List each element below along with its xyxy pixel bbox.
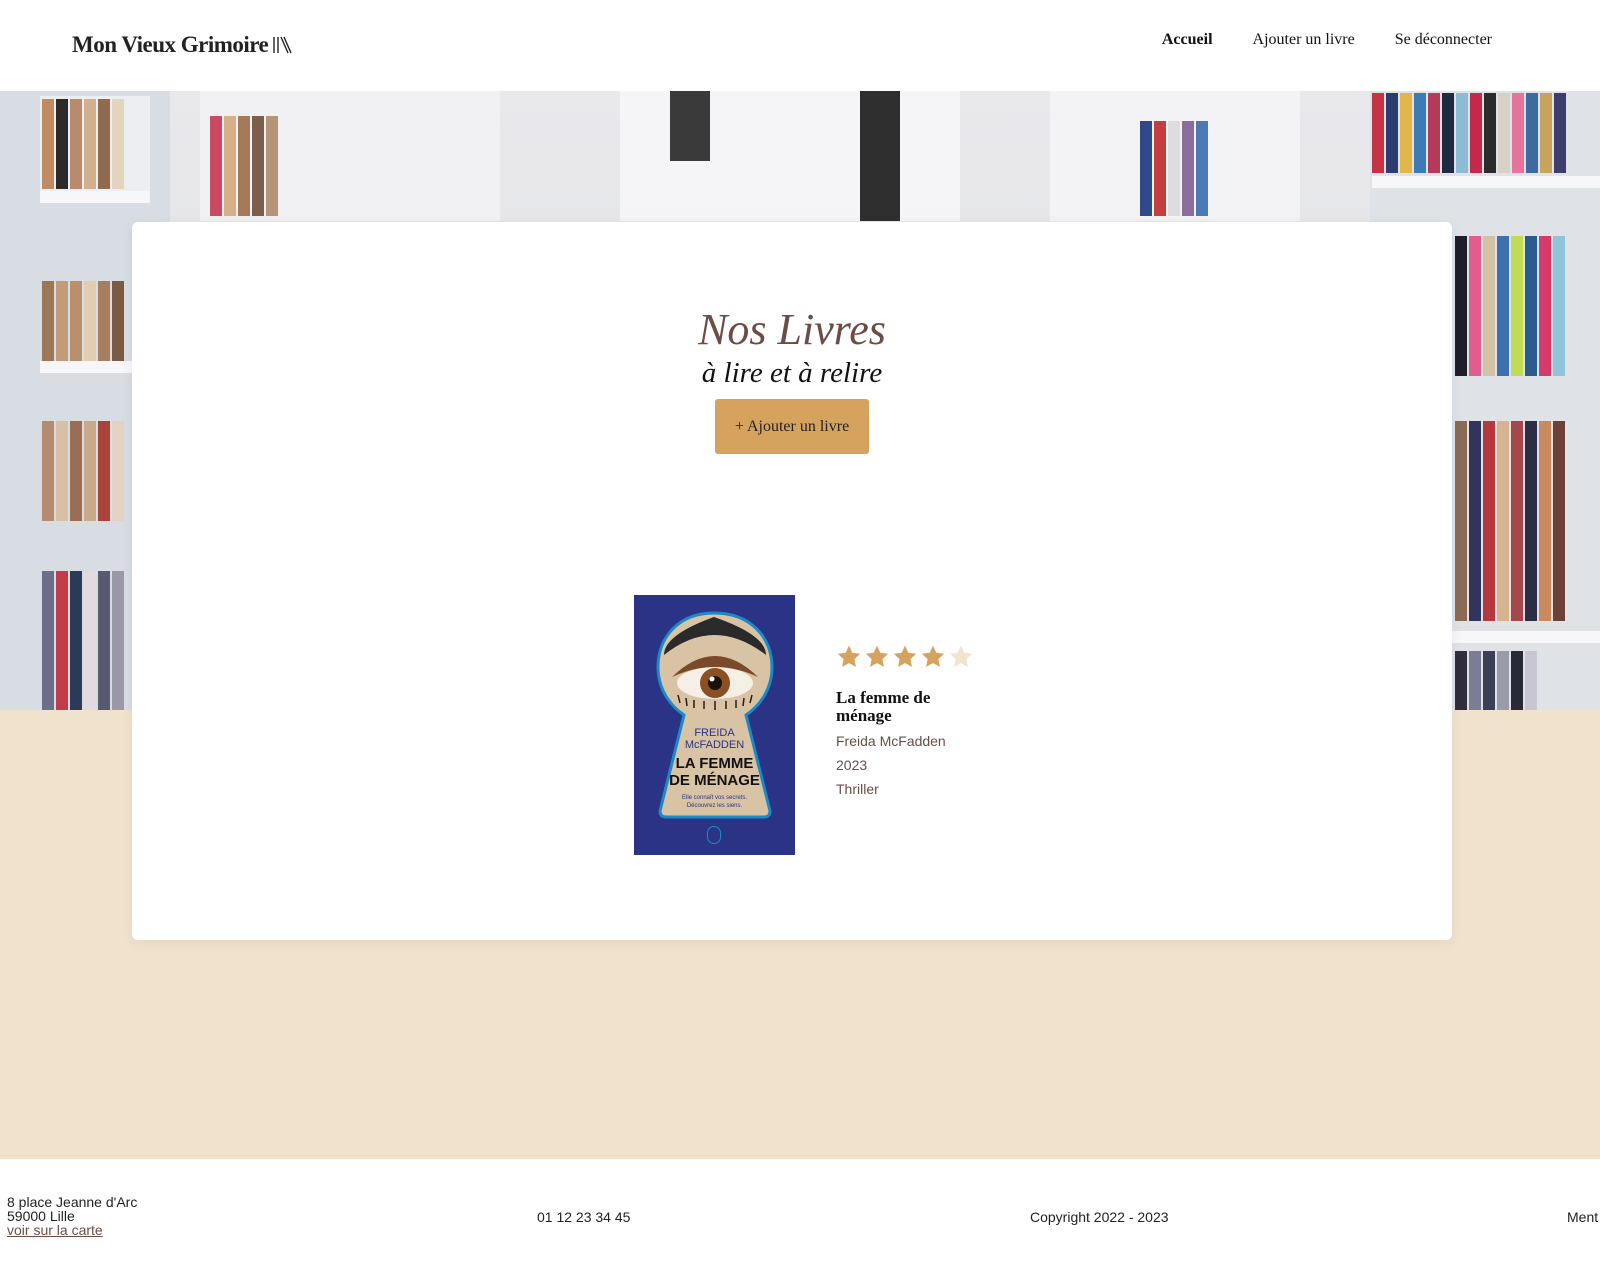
nav-ajouter-livre[interactable]: Ajouter un livre (1253, 31, 1355, 49)
cover-author: FREIDA McFADDEN (684, 727, 745, 751)
page-title: Nos Livres (698, 305, 886, 354)
site-header: Mon Vieux Grimoire Accueil Ajouter un li… (0, 0, 1600, 91)
star-icon (921, 645, 945, 667)
books-card: Nos Livres à lire et à relire + Ajouter … (132, 222, 1452, 940)
site-footer: 8 place Jeanne d'Arc 59000 Lille voir su… (0, 1159, 1600, 1270)
main-nav: Accueil Ajouter un livre Se déconnecter (1162, 31, 1492, 49)
address-line2: 59000 Lille (7, 1208, 75, 1224)
book-cover-art (634, 595, 795, 855)
rating-stars (836, 644, 974, 670)
book-card[interactable]: FREIDA McFADDEN LA FEMME DE MÉNAGE Elle … (634, 595, 994, 855)
cover-tagline1: Elle connaît vos secrets. (681, 795, 748, 801)
page-subtitle: à lire et à relire (701, 357, 883, 389)
book-genre: Thriller (836, 781, 879, 797)
nav-se-deconnecter[interactable]: Se déconnecter (1395, 31, 1492, 49)
cover-title-line2: DE MÉNAGE (669, 772, 760, 789)
address-line1: 8 place Jeanne d'Arc (7, 1194, 138, 1210)
star-icon (893, 645, 917, 667)
logo-text: Mon Vieux Grimoire (72, 32, 269, 57)
star-icon (949, 645, 973, 667)
site-logo[interactable]: Mon Vieux Grimoire (72, 32, 292, 58)
add-book-button[interactable]: + Ajouter un livre (715, 399, 869, 454)
star-icon (865, 645, 889, 667)
star-icon (837, 645, 861, 667)
cover-title-line1: LA FEMME (675, 755, 754, 772)
nav-accueil[interactable]: Accueil (1162, 31, 1213, 49)
footer-legal-link[interactable]: Ment (1567, 1209, 1598, 1225)
book-cover[interactable]: FREIDA McFADDEN LA FEMME DE MÉNAGE Elle … (634, 595, 795, 855)
map-link[interactable]: voir sur la carte (7, 1222, 103, 1238)
footer-phone: 01 12 23 34 45 (537, 1209, 631, 1225)
book-author: Freida McFadden (836, 733, 946, 749)
footer-address: 8 place Jeanne d'Arc 59000 Lille voir su… (7, 1195, 137, 1237)
books-logo-icon (273, 36, 292, 54)
cover-publisher-logo (707, 826, 721, 844)
cover-tagline2: Découvrez les siens. (686, 803, 743, 809)
book-title: La femme de ménage (836, 688, 931, 725)
book-year: 2023 (836, 757, 868, 773)
footer-copyright: Copyright 2022 - 2023 (1030, 1209, 1169, 1225)
